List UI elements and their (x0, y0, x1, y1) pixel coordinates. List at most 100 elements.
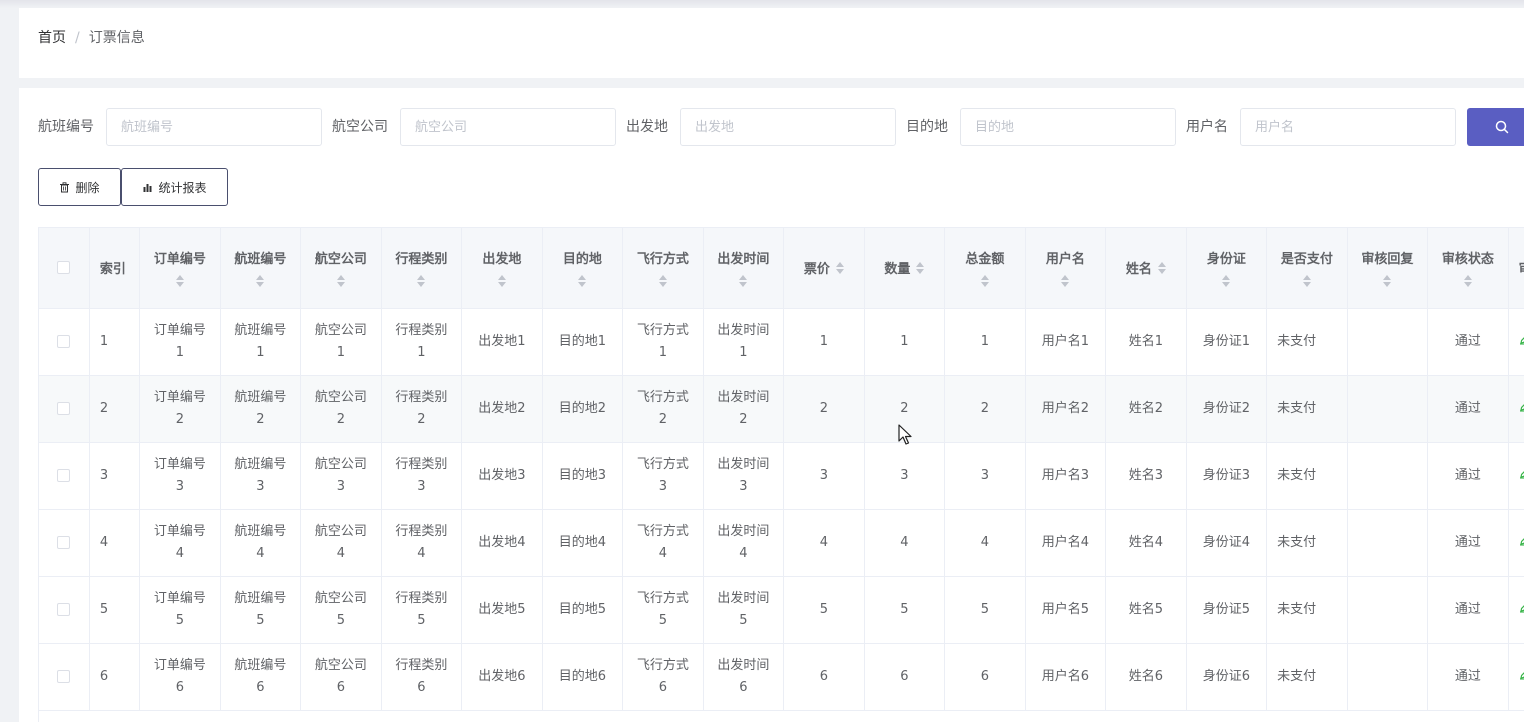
row-select-cell[interactable] (39, 375, 90, 443)
column-header-sortable[interactable]: 总金额 (944, 228, 1026, 309)
edit-icon[interactable] (1519, 400, 1524, 412)
departure-input[interactable] (680, 108, 896, 146)
select-all-cell[interactable] (39, 228, 90, 309)
row-select-cell[interactable] (39, 308, 90, 376)
column-header-label: 出发地 (482, 252, 522, 268)
cell-line: 3 (256, 478, 265, 494)
sort-caret-icon[interactable] (336, 275, 345, 288)
table-cell: 行程类别 5 (381, 576, 463, 644)
cell-line: 飞行方式 (636, 322, 689, 338)
cell-line: 航空公司 (314, 523, 367, 539)
sort-caret-icon[interactable] (1302, 275, 1311, 288)
sort-caret-icon[interactable] (916, 261, 925, 274)
breadcrumb-home[interactable]: 首页 (38, 30, 66, 46)
column-header-sortable[interactable]: 航班编号 (220, 228, 302, 309)
cell-line: 订单编号 (153, 389, 206, 405)
table-cell: 用户名6 (1025, 643, 1107, 711)
column-header-sortable[interactable]: 用户名 (1025, 228, 1107, 309)
table-cell: 用户名5 (1025, 576, 1107, 644)
edit-icon[interactable] (1519, 534, 1524, 546)
cell-line: 5 (417, 612, 426, 628)
main-card: 航班编号 航空公司 出发地 目的地 用户名 删除 统计报表 (19, 88, 1524, 722)
sort-caret-icon[interactable] (256, 275, 265, 288)
select-all-checkbox[interactable] (57, 261, 71, 275)
search-button[interactable] (1467, 108, 1524, 146)
username-input[interactable] (1240, 108, 1456, 146)
column-header-sortable[interactable]: 目的地 (542, 228, 624, 309)
delete-button[interactable]: 删除 (38, 168, 121, 206)
table-row[interactable]: 1 订单编号 1 航班编号 1 航空公司 1 行程类别 1 出发地1 目的地1 飞行方式 1 出发时间 1 1… (39, 308, 1524, 376)
table-cell: 6 (783, 643, 865, 711)
column-header-sortable[interactable]: 飞行方式 (622, 228, 704, 309)
row-checkbox[interactable] (57, 401, 71, 415)
sort-caret-icon[interactable] (1463, 275, 1472, 288)
edit-icon[interactable] (1519, 668, 1524, 680)
cell-line: 出发时间 (717, 322, 770, 338)
edit-icon[interactable] (1519, 333, 1524, 345)
table-cell: 身份证1 (1186, 308, 1268, 376)
column-header-sortable[interactable]: 是否支付 (1266, 228, 1348, 309)
cell-line: 4 (175, 545, 185, 561)
edit-icon[interactable] (1519, 601, 1524, 613)
cell-line: 1 (256, 344, 265, 360)
sort-caret-icon[interactable] (175, 275, 184, 288)
table-row[interactable]: 6 订单编号 6 航班编号 6 航空公司 6 行程类别 6 出发地6 目的地6 飞行方式 6 出发时间 6 6… (39, 643, 1524, 711)
sort-caret-icon[interactable] (1383, 275, 1392, 288)
row-select-cell[interactable] (39, 509, 90, 577)
cell-line: 6 (256, 679, 265, 695)
column-header-sortable[interactable]: 姓名 (1105, 228, 1187, 309)
column-header-sortable[interactable]: 数量 (864, 228, 946, 309)
table-row[interactable]: 5 订单编号 5 航班编号 5 航空公司 5 行程类别 5 出发地5 目的地5 飞行方式 5 出发时间 5 5… (39, 576, 1524, 644)
column-header-label: 姓名 (1125, 262, 1152, 278)
table-cell: 航空公司 3 (300, 442, 382, 510)
column-header-sortable[interactable]: 订单编号 (139, 228, 221, 309)
row-select-cell[interactable] (39, 643, 90, 711)
table-row[interactable]: 3 订单编号 3 航班编号 3 航空公司 3 行程类别 3 出发地3 目的地3 飞行方式 3 出发时间 3 3… (39, 442, 1524, 510)
sort-caret-icon[interactable] (1061, 275, 1070, 288)
sort-caret-icon[interactable] (658, 275, 667, 288)
sort-caret-icon[interactable] (1157, 261, 1166, 274)
cell-line: 2 (256, 411, 265, 427)
table-header-row: 索引 订单编号 航班编号 航空公司 行程类别 出发地 目的地 飞行方式 出发时间… (39, 228, 1524, 309)
table-cell: 3 (944, 442, 1026, 510)
cell-line: 2 (175, 411, 185, 427)
column-header-sortable[interactable]: 身份证 (1186, 228, 1268, 309)
table-cell: 3 (783, 442, 865, 510)
row-select-cell[interactable] (39, 576, 90, 644)
column-header-sortable[interactable]: 出发时间 (703, 228, 785, 309)
cell-line: 出发时间 (717, 456, 770, 472)
table-cell (1347, 442, 1429, 510)
statistics-report-button[interactable]: 统计报表 (121, 168, 228, 206)
column-header-sortable[interactable]: 审核状态 (1427, 228, 1509, 309)
table-cell: 2 (944, 375, 1026, 443)
sort-caret-icon[interactable] (417, 275, 426, 288)
column-header-sortable[interactable]: 票价 (783, 228, 865, 309)
edit-icon[interactable] (1519, 467, 1524, 479)
row-checkbox[interactable] (57, 602, 71, 616)
flight-number-input[interactable] (106, 108, 322, 146)
destination-input[interactable] (960, 108, 1176, 146)
row-checkbox[interactable] (57, 334, 71, 348)
sort-caret-icon[interactable] (578, 275, 587, 288)
row-checkbox[interactable] (57, 468, 71, 482)
table-row[interactable]: 4 订单编号 4 航班编号 4 航空公司 4 行程类别 4 出发地4 目的地4 飞行方式 4 出发时间 4 4… (39, 509, 1524, 577)
column-header-sortable[interactable]: 审核回复 (1347, 228, 1429, 309)
cell-line: 行程类别 (395, 657, 448, 673)
sort-caret-icon[interactable] (835, 261, 844, 274)
cell-line: 飞行方式 (636, 657, 689, 673)
sort-caret-icon[interactable] (1222, 275, 1231, 288)
airline-input[interactable] (400, 108, 616, 146)
row-checkbox[interactable] (57, 535, 71, 549)
sort-caret-icon[interactable] (980, 275, 989, 288)
sort-caret-icon[interactable] (497, 275, 506, 288)
column-header-sortable[interactable]: 行程类别 (381, 228, 463, 309)
row-checkbox[interactable] (57, 669, 71, 683)
column-header-sortable[interactable]: 航空公司 (300, 228, 382, 309)
table-cell: 身份证2 (1186, 375, 1268, 443)
row-select-cell[interactable] (39, 442, 90, 510)
sort-caret-icon[interactable] (739, 275, 748, 288)
table-cell: 通过 (1427, 509, 1509, 577)
table-cell: 2 (783, 375, 865, 443)
column-header-sortable[interactable]: 出发地 (461, 228, 543, 309)
table-row[interactable]: 2 订单编号 2 航班编号 2 航空公司 2 行程类别 2 出发地2 目的地2 飞行方式 2 出发时间 2 2… (39, 375, 1524, 443)
